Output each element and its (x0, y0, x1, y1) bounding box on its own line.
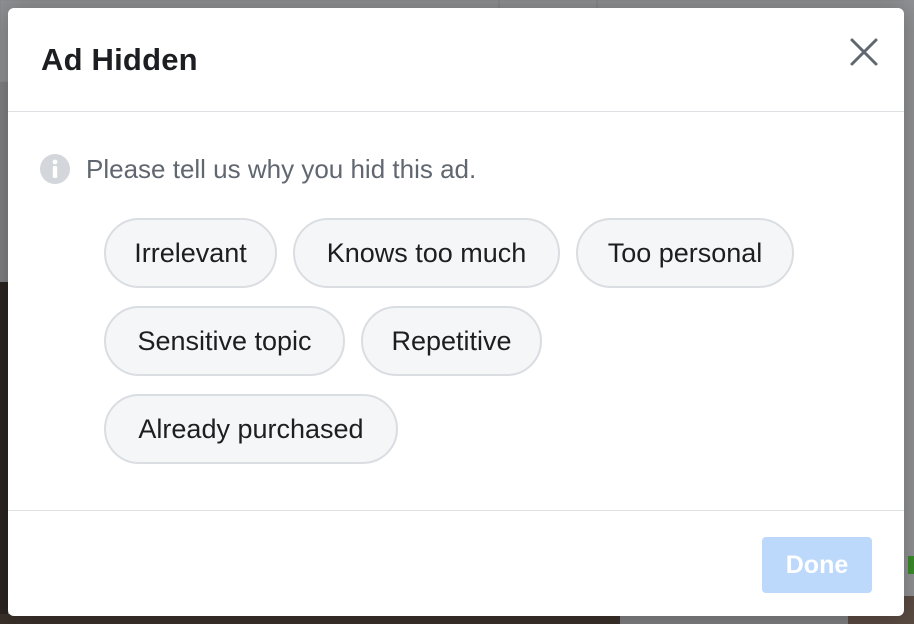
reason-chip-sensitive-topic[interactable]: Sensitive topic (104, 306, 345, 376)
info-icon (40, 154, 70, 184)
close-button[interactable] (844, 32, 884, 72)
background-accent (908, 556, 914, 574)
background-right-column (904, 0, 914, 624)
prompt-text: Please tell us why you hid this ad. (86, 153, 477, 184)
reason-chip-knows-too-much[interactable]: Knows too much (293, 218, 560, 288)
ad-hidden-dialog: Ad Hidden Please tell us why you hid thi… (8, 8, 904, 616)
dialog-header: Ad Hidden (8, 8, 904, 112)
close-icon (850, 38, 878, 66)
reason-chip-irrelevant[interactable]: Irrelevant (104, 218, 277, 288)
prompt-row: Please tell us why you hid this ad. (39, 152, 476, 186)
reason-chip-already-purchased[interactable]: Already purchased (104, 394, 398, 464)
dialog-title: Ad Hidden (41, 42, 198, 77)
background-photo (0, 282, 8, 624)
reason-chip-repetitive[interactable]: Repetitive (361, 306, 542, 376)
dialog-footer: Done (8, 510, 904, 616)
reason-chip-too-personal[interactable]: Too personal (576, 218, 794, 288)
dialog-body: Please tell us why you hid this ad. Irre… (8, 112, 904, 510)
done-button[interactable]: Done (762, 537, 872, 593)
